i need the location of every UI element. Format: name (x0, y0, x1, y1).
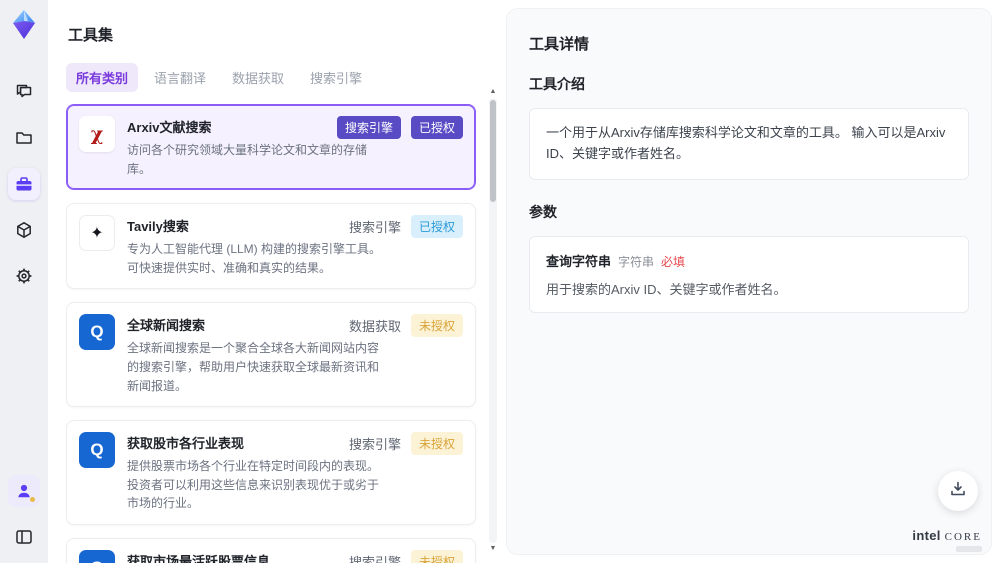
rail-top-group (8, 76, 40, 292)
news-search-icon: Q (79, 314, 115, 351)
active-stocks-icon: Q (79, 549, 115, 563)
chat-icon (14, 82, 34, 102)
tool-tags: 数据获取 未授权 (348, 314, 463, 338)
core-wordmark: core (944, 531, 982, 543)
detail-panel-wrap: 工具详情 工具介绍 一个用于从Arxiv存储库搜索科学论文和文章的工具。 输入可… (500, 0, 1000, 563)
intro-heading: 工具介绍 (529, 76, 585, 92)
category-label: 搜索引擎 (348, 437, 401, 453)
download-icon (948, 479, 968, 504)
cube-icon (14, 220, 34, 240)
auth-status-badge: 未授权 (410, 314, 463, 338)
sidebar-item-tools[interactable] (8, 168, 40, 200)
stock-sector-icon: Q (79, 432, 115, 469)
detail-title: 工具详情 (529, 36, 590, 53)
param-header-line: 查询字符串 字符串 必填 (546, 251, 952, 270)
tab-language-translation[interactable]: 语言翻译 (144, 63, 216, 92)
tool-description: 专为人工智能代理 (LLM) 构建的搜索引擎工具。可快速提供实时、准确和真实的结… (127, 242, 382, 275)
sidebar-item-chat[interactable] (8, 76, 40, 108)
sidebar-item-settings[interactable] (8, 260, 40, 292)
tool-card-active-stocks[interactable]: Q 获取市场最活跃股票信息 提供当天交易量最高的股票列表。投资者可以利用这些信息… (66, 537, 476, 563)
tab-data-fetch[interactable]: 数据获取 (222, 63, 294, 92)
param-name: 查询字符串 (546, 253, 612, 269)
intro-box: 一个用于从Arxiv存储库搜索科学论文和文章的工具。 输入可以是Arxiv ID… (529, 108, 969, 180)
arxiv-logo-icon: χ (79, 116, 115, 152)
brand-sub-mark (956, 546, 982, 552)
sidebar-item-toggle-panel[interactable] (8, 521, 40, 553)
tool-description: 访问各个研究领域大量科学论文和文章的存储库。 (127, 143, 368, 176)
intro-text: 一个用于从Arxiv存储库搜索科学论文和文章的工具。 输入可以是Arxiv ID… (546, 125, 946, 161)
params-heading: 参数 (529, 203, 557, 220)
scrollbar-thumb[interactable] (490, 100, 496, 202)
param-box: 查询字符串 字符串 必填 用于搜索的Arxiv ID、关键字或作者姓名。 (529, 235, 969, 313)
category-label: 搜索引擎 (348, 554, 401, 563)
intel-core-logo: intel core (912, 528, 982, 552)
page-title: 工具集 (68, 27, 114, 44)
tool-card-tavily[interactable]: ✦ Tavily搜索 专为人工智能代理 (LLM) 构建的搜索引擎工具。可快速提… (66, 203, 476, 290)
param-type: 字符串 (618, 254, 655, 269)
sidebar-item-files[interactable] (8, 122, 40, 154)
list-scrollbar[interactable]: ▲ ▼ (488, 88, 498, 553)
folder-icon (14, 128, 34, 148)
category-label: 数据获取 (348, 319, 401, 335)
left-icon-rail (0, 0, 48, 563)
tab-search-engine[interactable]: 搜索引擎 (300, 63, 372, 92)
scroll-down-arrow-icon[interactable]: ▼ (490, 545, 497, 553)
scrollbar-track[interactable] (489, 98, 497, 543)
tool-tags: 搜索引擎 已授权 (348, 215, 463, 239)
tool-tags: 搜索引擎 已授权 (336, 116, 463, 139)
param-required-flag: 必填 (661, 254, 686, 269)
tool-card-arxiv[interactable]: χ Arxiv文献搜索 访问各个研究领域大量科学论文和文章的存储库。 搜索引擎 … (66, 104, 476, 191)
auth-status-badge: 已授权 (410, 215, 463, 239)
tool-tags: 搜索引擎 未授权 (348, 432, 463, 456)
gear-icon (14, 266, 34, 286)
param-description: 用于搜索的Arxiv ID、关键字或作者姓名。 (546, 281, 787, 297)
category-tabs: 所有类别 语言翻译 数据获取 搜索引擎 (66, 63, 494, 92)
sidebar-item-packages[interactable] (8, 214, 40, 246)
tool-description: 全球新闻搜索是一个聚合全球各大新闻网站内容的搜索引擎，帮助用户快速获取全球最新资… (127, 341, 380, 393)
tool-card-global-news[interactable]: Q 全球新闻搜索 全球新闻搜索是一个聚合全球各大新闻网站内容的搜索引擎，帮助用户… (66, 302, 476, 408)
auth-status-badge: 已授权 (410, 116, 463, 139)
split-panel-icon (14, 527, 34, 547)
sidebar-item-account[interactable] (8, 475, 40, 507)
tavily-star-icon: ✦ (79, 215, 115, 252)
auth-status-badge: 未授权 (410, 549, 463, 563)
toolbox-icon (14, 174, 34, 194)
tool-card-list: χ Arxiv文献搜索 访问各个研究领域大量科学论文和文章的存储库。 搜索引擎 … (66, 104, 494, 563)
tool-list-panel: 工具集 所有类别 语言翻译 数据获取 搜索引擎 χ Arxiv文献搜索 访问各个… (48, 0, 500, 563)
tool-card-stock-sectors[interactable]: Q 获取股市各行业表现 提供股票市场各个行业在特定时间段内的表现。投资者可以利用… (66, 420, 476, 525)
user-status-dot (30, 497, 35, 502)
scroll-up-arrow-icon[interactable]: ▲ (490, 88, 497, 96)
tool-detail-panel: 工具详情 工具介绍 一个用于从Arxiv存储库搜索科学论文和文章的工具。 输入可… (506, 8, 992, 555)
category-label: 搜索引擎 (348, 220, 401, 236)
category-badge: 搜索引擎 (336, 116, 401, 139)
tab-all-categories[interactable]: 所有类别 (66, 63, 139, 92)
auth-status-badge: 未授权 (410, 432, 463, 456)
app-window: 工具集 所有类别 语言翻译 数据获取 搜索引擎 χ Arxiv文献搜索 访问各个… (0, 0, 1000, 563)
app-logo-gem-icon[interactable] (8, 8, 40, 42)
rail-bottom-group (8, 475, 40, 553)
tool-tags: 搜索引擎 未授权 (348, 549, 463, 563)
download-button[interactable] (938, 471, 978, 511)
intel-wordmark: intel (912, 528, 941, 543)
tool-description: 提供股票市场各个行业在特定时间段内的表现。投资者可以利用这些信息来识别表现优于或… (127, 459, 380, 511)
